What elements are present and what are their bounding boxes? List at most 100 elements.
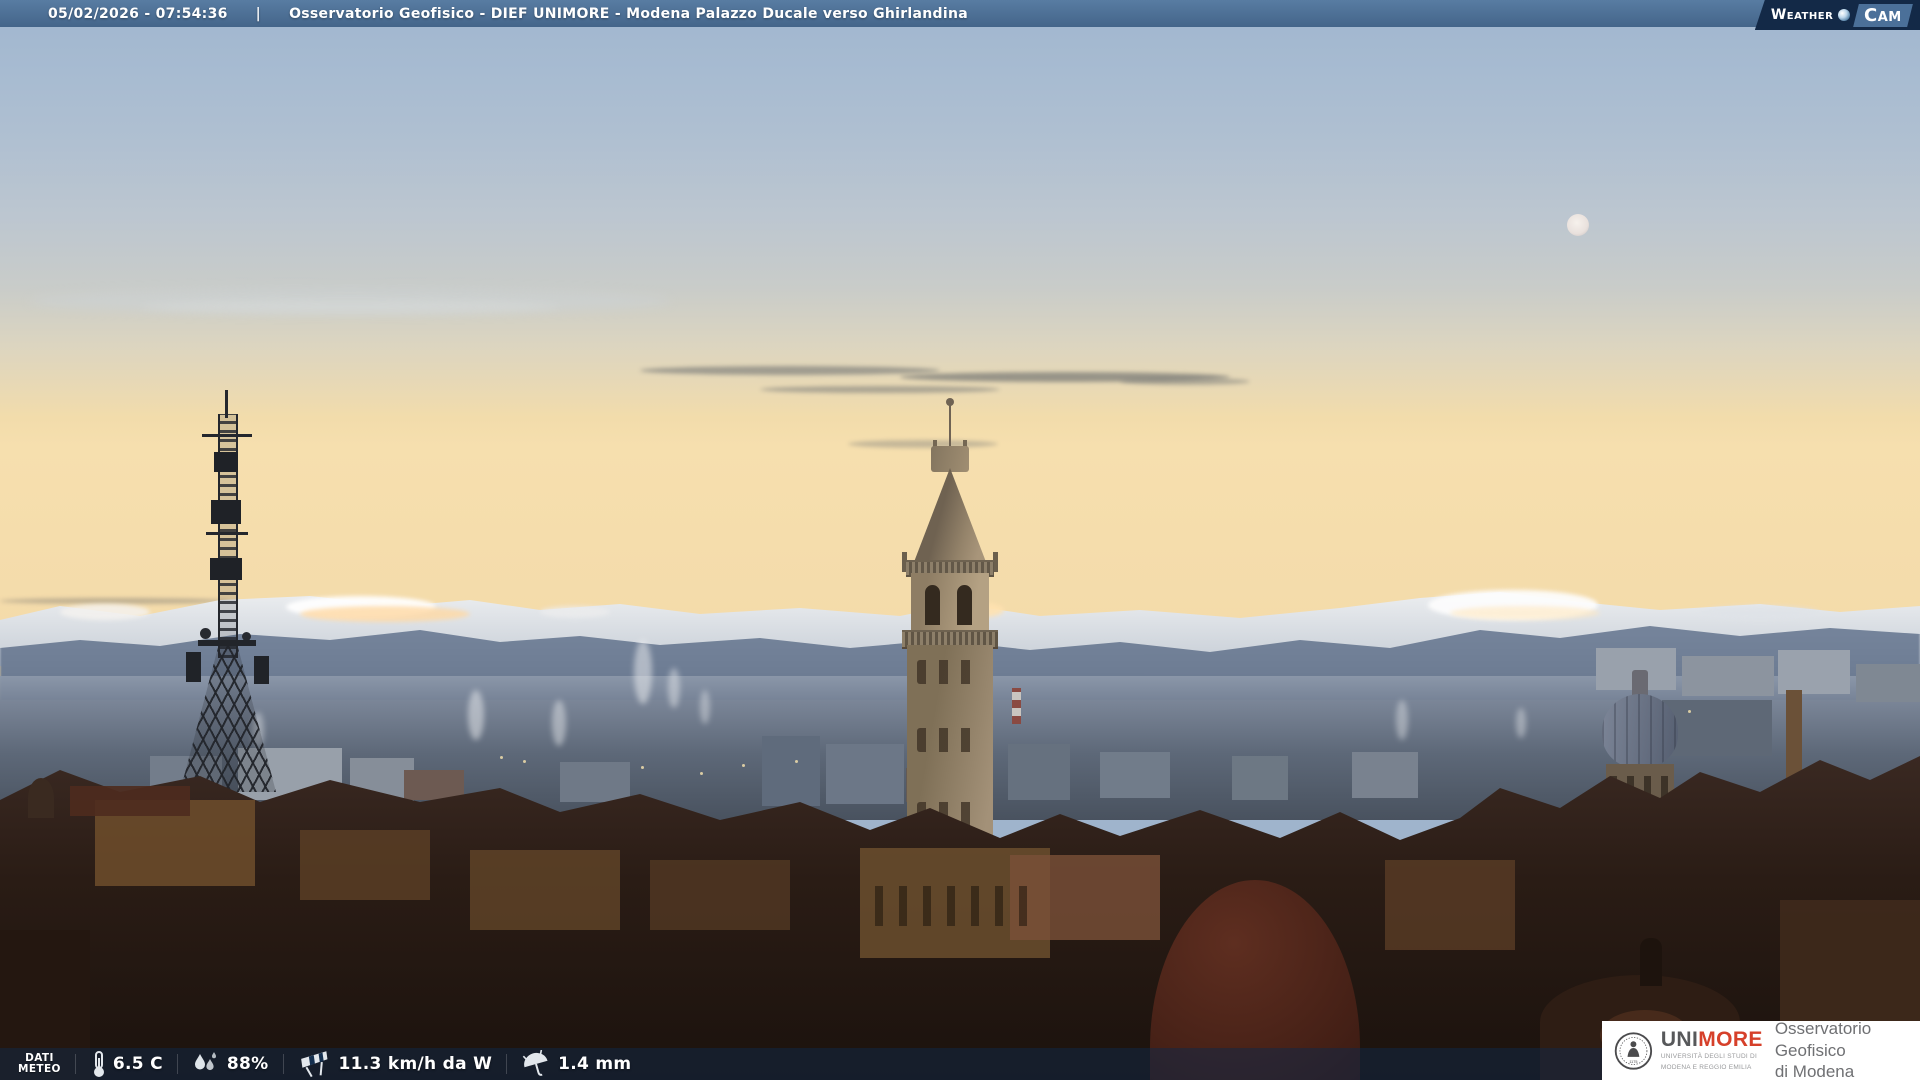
- dome-ribs: [1602, 694, 1678, 768]
- smoke-plume: [468, 690, 484, 740]
- divider: [506, 1054, 508, 1074]
- unimore-subline2: MODENA E REGGIO EMILIA: [1660, 1064, 1752, 1071]
- cloud: [760, 386, 1000, 393]
- dish: [200, 628, 211, 639]
- divider: [176, 1054, 178, 1074]
- unimore-uni-text: UNI: [1660, 1027, 1699, 1051]
- weathercam-cam-word: Cam: [1864, 4, 1902, 26]
- cloud: [140, 300, 560, 314]
- weathercam-globe-icon: [1838, 9, 1851, 21]
- lattice-mast: [218, 414, 238, 658]
- building-block: [560, 762, 630, 802]
- moon: [1567, 214, 1589, 236]
- humidity-icon: [194, 1052, 216, 1071]
- antenna-panel: [254, 656, 269, 684]
- thermometer-icon: [93, 1051, 104, 1077]
- timestamp: 05/02/2026 - 07:54:36: [48, 5, 228, 22]
- light-dot: [742, 764, 745, 767]
- header-bar: 05/02/2026 - 07:54:36 | Osservatorio Geo…: [0, 0, 1920, 27]
- windsock-icon: [300, 1051, 327, 1078]
- facade-patch: [650, 860, 790, 930]
- arched-window: [925, 585, 940, 625]
- weathercam-logo[interactable]: Weather Cam: [1754, 0, 1920, 30]
- building-block: [1856, 664, 1920, 702]
- bell-chamber: [911, 573, 989, 630]
- wind-value: 11.3 km/h da W: [338, 1054, 493, 1074]
- cloud: [1120, 378, 1250, 385]
- lit-snow-patch: [1450, 606, 1600, 620]
- arched-window: [957, 585, 972, 625]
- unimore-subline1: UNIVERSITÀ DEGLI STUDI DI: [1660, 1052, 1758, 1060]
- unimore-brand: UNIMORE UNIVERSITÀ DEGLI STUDI DI MODENA…: [1661, 1029, 1763, 1072]
- statue: [1640, 938, 1662, 986]
- smoke-plume: [1396, 700, 1408, 740]
- building-block: [1778, 650, 1850, 694]
- humidity-value: 88%: [226, 1054, 269, 1074]
- unimore-seal: 1175: [1614, 1031, 1653, 1070]
- crossbar: [206, 532, 248, 535]
- building-block: [1008, 744, 1070, 800]
- spire: [914, 468, 986, 562]
- humidity-reading: 88%: [192, 1051, 269, 1077]
- building-block: [1232, 756, 1288, 800]
- weathercam-cam-block: Cam: [1853, 3, 1913, 27]
- facade-patch: [470, 850, 620, 930]
- light-dot: [700, 772, 703, 775]
- webcam-frame: 05/02/2026 - 07:54:36 | Osservatorio Geo…: [0, 0, 1920, 1080]
- temperature-reading: 6.5 C: [90, 1050, 163, 1078]
- facade-patch: [1385, 860, 1515, 950]
- unimore-logo-box[interactable]: 1175 UNIMORE UNIVERSITÀ DEGLI STUDI DI M…: [1602, 1018, 1920, 1080]
- smoke-plume: [634, 640, 652, 704]
- smoke-plume: [668, 668, 680, 708]
- lit-snow-patch: [1700, 606, 1820, 620]
- building-block: [1100, 752, 1170, 798]
- finial-rod: [949, 405, 951, 447]
- smoke-plume: [552, 700, 566, 746]
- divider: [74, 1054, 76, 1074]
- light-dot: [1688, 710, 1691, 713]
- light-dot: [500, 756, 503, 759]
- light-dot: [641, 766, 644, 769]
- rain-value: 1.4 mm: [558, 1054, 632, 1074]
- svg-text:1175: 1175: [1629, 1059, 1637, 1063]
- wind-reading: 11.3 km/h da W: [298, 1050, 493, 1078]
- telecom-tower: [178, 390, 278, 792]
- observatory-name: Osservatorio Geofisico di Modena: [1775, 1018, 1920, 1080]
- antenna-box: [211, 500, 241, 524]
- banded-chimney: [1012, 688, 1021, 724]
- building-block: [1352, 752, 1418, 798]
- antenna-box: [214, 452, 238, 472]
- unimore-more-text: MORE: [1698, 1027, 1763, 1051]
- rain-reading: 1.4 mm: [521, 1050, 631, 1078]
- window-grid: [875, 886, 1035, 926]
- building-block: [762, 736, 820, 806]
- lit-snow-patch: [540, 606, 610, 618]
- platform: [198, 640, 256, 646]
- observatory-line2: di Modena: [1774, 1062, 1855, 1080]
- crossbar: [202, 434, 252, 437]
- lit-snow-patch: [300, 606, 470, 622]
- cloud: [640, 366, 940, 375]
- smoke-plume: [1516, 708, 1526, 738]
- facade-patch: [300, 830, 430, 900]
- building-block: [404, 770, 464, 800]
- light-dot: [523, 760, 526, 763]
- small-cupola: [28, 778, 54, 818]
- antenna-panel: [186, 652, 201, 682]
- roof-patch: [70, 786, 190, 816]
- building-block: [1682, 656, 1774, 696]
- header-separator: |: [255, 5, 262, 22]
- umbrella-icon: [522, 1050, 548, 1076]
- temperature-value: 6.5 C: [112, 1054, 163, 1074]
- weathercam-word: Weather: [1770, 7, 1834, 23]
- dati-meteo-label: DATI METEO: [18, 1052, 61, 1075]
- lit-snow-patch: [60, 604, 150, 620]
- smoke-plume: [700, 690, 710, 724]
- divider: [282, 1054, 284, 1074]
- window-band: [917, 660, 983, 684]
- antenna-box: [210, 558, 242, 580]
- window-band: [917, 728, 983, 752]
- page-title: Osservatorio Geofisico - DIEF UNIMORE - …: [289, 5, 968, 22]
- light-dot: [795, 760, 798, 763]
- observatory-line1: Osservatorio Geofisico: [1774, 1018, 1872, 1060]
